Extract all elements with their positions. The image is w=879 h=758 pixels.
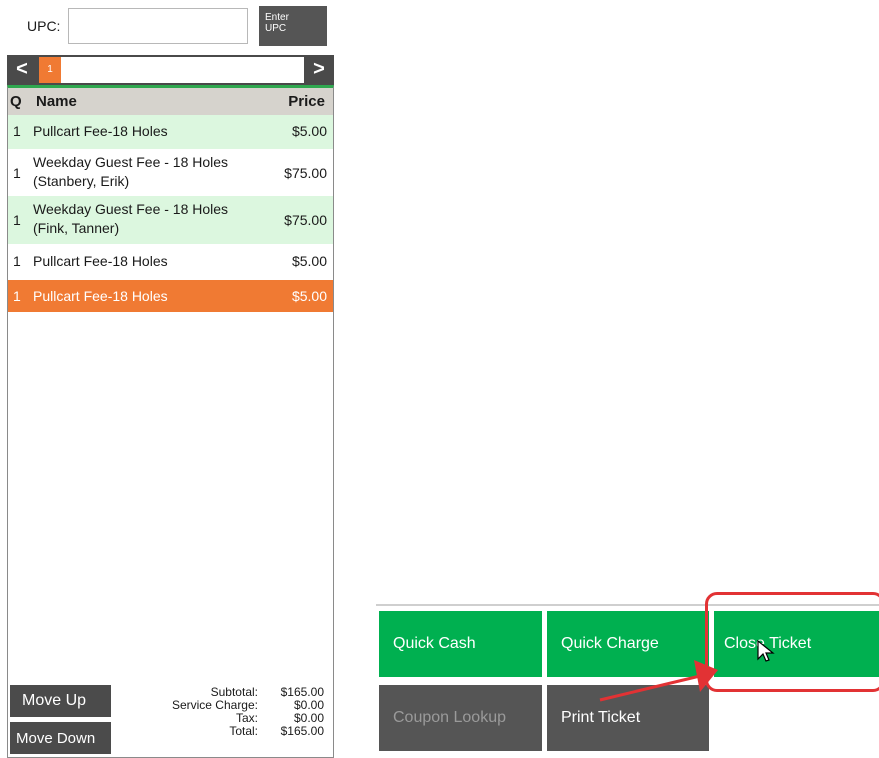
row-player: (Stanbery, Erik) [33,173,130,189]
row-name: Pullcart Fee-18 Holes [33,123,168,139]
row-qty: 1 [13,212,21,228]
move-down-button[interactable]: Move Down [10,722,111,754]
row-price: $5.00 [291,253,327,269]
coupon-lookup-button[interactable]: Coupon Lookup [379,685,542,751]
row-name: Weekday Guest Fee - 18 Holes [33,201,229,217]
enter-upc-label-line1: Enter [265,12,289,23]
chevron-right-icon: > [313,58,325,80]
ticket-header: Q Name Price [8,88,333,115]
header-price: Price [288,93,325,110]
chevron-left-icon: < [16,58,28,80]
header-name: Name [36,93,77,110]
row-name: Weekday Guest Fee - 18 Holes [33,154,229,170]
upc-input[interactable] [68,8,248,44]
move-up-button[interactable]: Move Up [10,685,111,717]
row-price: $5.00 [291,123,327,139]
row-player: (Fink, Tanner) [33,220,120,236]
upc-label: UPC: [27,18,61,34]
ticket-totals: Subtotal: $165.00 Service Charge: $0.00 Ta… [140,686,326,738]
ticket-pager: < 1 > [7,55,334,85]
row-name: Pullcart Fee-18 Holes [33,253,168,269]
header-q: Q [10,93,22,110]
ticket-row[interactable]: 1 Weekday Guest Fee - 18 Holes (Stanbery,… [8,149,333,196]
row-qty: 1 [13,253,21,269]
ticket-row[interactable]: 1 Weekday Guest Fee - 18 Holes (Fink, Tan… [8,196,333,244]
print-ticket-button[interactable]: Print Ticket [547,685,709,751]
quick-charge-button[interactable]: Quick Charge [547,611,709,677]
row-qty: 1 [13,288,21,304]
enter-upc-label-line2: UPC [265,23,287,34]
next-page-button[interactable]: > [304,55,334,85]
row-name: Pullcart Fee-18 Holes [33,288,168,304]
quick-cash-button[interactable]: Quick Cash [379,611,542,677]
close-ticket-highlight [705,592,879,692]
ticket-row-selected[interactable]: 1 Pullcart Fee-18 Holes $5.00 [8,280,333,312]
total-label: Total: [229,724,258,738]
row-price: $75.00 [284,165,327,181]
prev-page-button[interactable]: < [7,55,37,85]
enter-upc-button[interactable]: Enter UPC [259,6,327,46]
page-strip: 1 [39,57,304,83]
ticket-row[interactable]: 1 Pullcart Fee-18 Holes $5.00 [8,244,333,278]
ticket-list: Q Name Price 1 Pullcart Fee-18 Holes $5.… [7,85,334,758]
page-tab-1[interactable]: 1 [39,57,61,83]
total-value: $165.00 [280,724,324,738]
row-qty: 1 [13,165,21,181]
mouse-pointer-icon [757,640,775,662]
row-qty: 1 [13,123,21,139]
row-price: $5.00 [291,288,327,304]
row-price: $75.00 [284,212,327,228]
ticket-row[interactable]: 1 Pullcart Fee-18 Holes $5.00 [8,115,333,149]
